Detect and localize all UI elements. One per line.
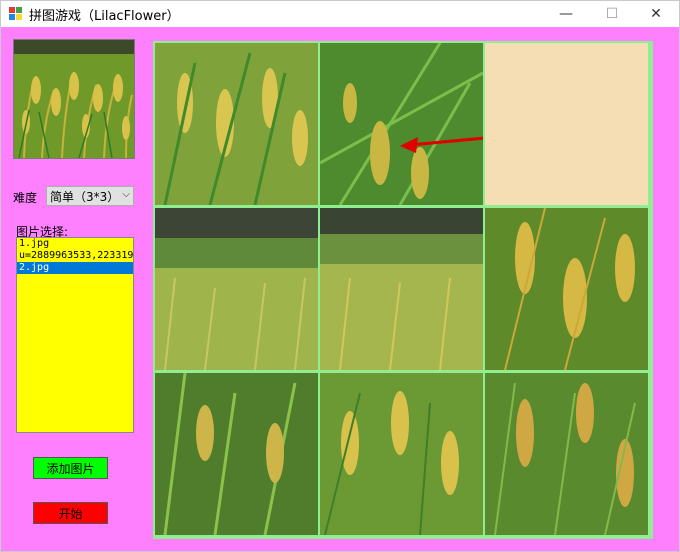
list-item[interactable]: u=2889963533,223319 bbox=[17, 250, 133, 262]
puzzle-tile[interactable] bbox=[320, 373, 483, 535]
close-button[interactable]: ✕ bbox=[633, 1, 679, 27]
app-window: 拼图游戏（LilacFlower） — ☐ ✕ 难度 简单（3*3） ⌵ 图片选… bbox=[0, 0, 680, 552]
window-title: 拼图游戏（LilacFlower） bbox=[29, 8, 180, 24]
empty-tile[interactable] bbox=[485, 43, 648, 205]
puzzle-tile[interactable] bbox=[320, 208, 483, 370]
chevron-down-icon: ⌵ bbox=[122, 189, 130, 200]
minimize-button[interactable]: — bbox=[543, 1, 589, 27]
list-item-selected[interactable]: 2.jpg bbox=[17, 262, 133, 274]
app-icon bbox=[9, 7, 23, 21]
preview-thumbnail bbox=[13, 39, 135, 159]
puzzle-tile[interactable] bbox=[155, 43, 318, 205]
list-item[interactable]: 1.jpg bbox=[17, 238, 133, 250]
title-bar[interactable]: 拼图游戏（LilacFlower） — ☐ ✕ bbox=[1, 1, 679, 27]
puzzle-tile[interactable] bbox=[155, 373, 318, 535]
client-area: 难度 简单（3*3） ⌵ 图片选择: 1.jpg u=2889963533,22… bbox=[1, 27, 679, 551]
image-listbox[interactable]: 1.jpg u=2889963533,223319 2.jpg bbox=[16, 237, 134, 433]
difficulty-select[interactable]: 简单（3*3） ⌵ bbox=[46, 186, 134, 206]
maximize-button[interactable]: ☐ bbox=[589, 1, 635, 27]
add-image-button[interactable]: 添加图片 bbox=[33, 457, 108, 479]
start-button[interactable]: 开始 bbox=[33, 502, 108, 524]
puzzle-tile[interactable] bbox=[485, 208, 648, 370]
puzzle-tile[interactable] bbox=[485, 373, 648, 535]
difficulty-label: 难度 bbox=[13, 191, 38, 205]
puzzle-tile[interactable] bbox=[155, 208, 318, 370]
puzzle-tile[interactable] bbox=[320, 43, 483, 205]
difficulty-value: 简单（3*3） bbox=[50, 189, 120, 204]
puzzle-board bbox=[153, 41, 653, 539]
